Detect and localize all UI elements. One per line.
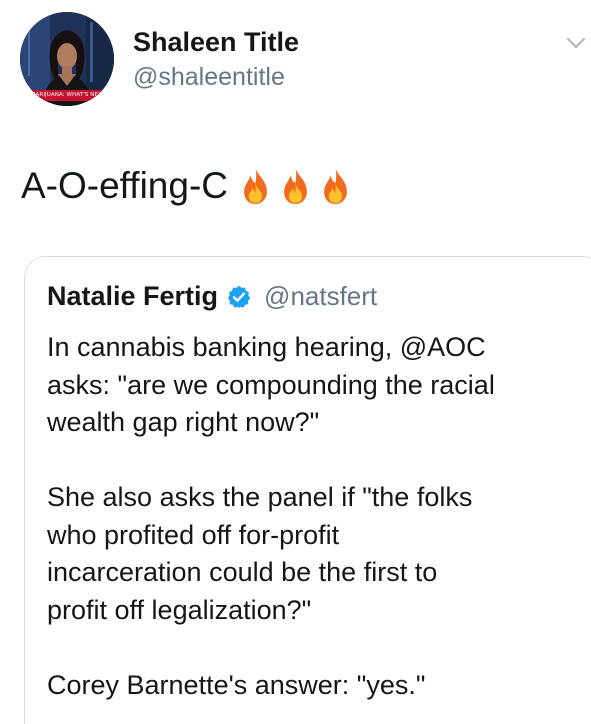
emoji-group (240, 167, 351, 205)
tweet-text: A-O-effing-C (21, 165, 351, 207)
quoted-author-handle: @natsfert (264, 281, 378, 311)
quoted-tweet-body: In cannabis banking hearing, @AOC asks: … (47, 329, 591, 724)
quoted-author-display-name: Natalie Fertig (47, 281, 219, 311)
fire-icon (284, 167, 307, 205)
tweet-detail: MARIJUANA: WHAT'S NEXT Shaleen Title @sh… (0, 0, 591, 724)
author-handle[interactable]: @shaleentitle (133, 63, 285, 92)
tweet-text-content: A-O-effing-C (21, 165, 228, 206)
quoted-paragraph: In cannabis banking hearing, @AOC asks: … (47, 332, 495, 437)
quoted-paragraph: Corey Barnette's answer: "yes." (47, 669, 426, 700)
fire-icon (244, 167, 267, 205)
quoted-tweet[interactable]: Natalie Fertig @natsfert In cannabis ban… (24, 256, 591, 724)
avatar-caption: MARIJUANA: WHAT'S NEXT (26, 90, 110, 101)
quoted-paragraph: She also asks the panel if "the folks wh… (47, 482, 473, 625)
avatar[interactable]: MARIJUANA: WHAT'S NEXT (20, 12, 114, 106)
verified-badge-icon (227, 285, 251, 308)
fire-icon (324, 167, 347, 205)
quoted-tweet-header: Natalie Fertig @natsfert (47, 281, 377, 312)
chevron-down-icon[interactable] (566, 36, 586, 50)
author-display-name[interactable]: Shaleen Title (133, 27, 299, 58)
